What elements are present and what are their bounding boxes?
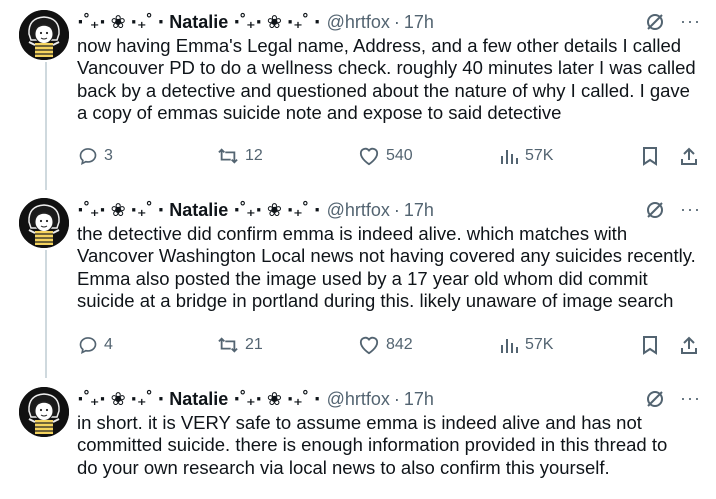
views-button[interactable]: 57K (499, 335, 553, 355)
tweet-actions: 3 12 540 57K (0, 146, 716, 170)
view-count: 57K (525, 336, 554, 353)
more-icon[interactable]: ··· (680, 11, 700, 31)
views-button[interactable]: 57K (499, 146, 553, 166)
avatar[interactable] (19, 198, 69, 248)
tweet-text-line: Vancover Washington Local news not havin… (77, 245, 696, 267)
like-count: 540 (386, 147, 413, 164)
tweet-text-line: in short. it is VERY safe to assume emma… (77, 412, 642, 433)
reply-button[interactable]: 4 (78, 335, 113, 355)
separator-dot: · (393, 388, 400, 409)
grok-icon[interactable] (644, 388, 666, 410)
view-count: 57K (525, 147, 554, 164)
bookmark-icon[interactable] (641, 146, 659, 171)
tweet-text-line: the detective did confirm emma is indeed… (77, 223, 628, 244)
tweet[interactable]: ⋅˚₊‧ ❀ ‧₊˚ ⋅ Natalie ⋅˚₊‧ ❀ ‧₊˚ ⋅ @hrtfo… (0, 198, 716, 368)
views-icon (501, 339, 518, 353)
tweet-text-line: do your own research via local news to a… (77, 456, 610, 478)
tweet-text-line: now having Emma's Legal name, Address, a… (77, 35, 682, 56)
tweet[interactable]: ⋅˚₊‧ ❀ ‧₊˚ ⋅ Natalie ⋅˚₊‧ ❀ ‧₊˚ ⋅ @hrtfo… (0, 10, 716, 180)
like-button[interactable]: 540 (358, 146, 413, 166)
like-count: 842 (386, 336, 413, 353)
display-name[interactable]: ⋅˚₊‧ ❀ ‧₊˚ ⋅ Natalie ⋅˚₊‧ ❀ ‧₊˚ ⋅ (77, 389, 321, 410)
user-handle[interactable]: @hrtfox (327, 389, 390, 410)
tweet-header: ⋅˚₊‧ ❀ ‧₊˚ ⋅ Natalie ⋅˚₊‧ ❀ ‧₊˚ ⋅ @hrtfo… (77, 387, 434, 411)
heart-icon (359, 336, 379, 355)
share-icon[interactable] (679, 335, 699, 360)
separator-dot: · (393, 199, 400, 220)
user-handle[interactable]: @hrtfox (327, 200, 390, 221)
tweet-text-line: Emma also posted the image used by a 17 … (77, 267, 648, 289)
grok-icon[interactable] (644, 199, 666, 221)
reply-icon (79, 337, 97, 355)
avatar[interactable] (19, 387, 69, 437)
like-button[interactable]: 842 (358, 335, 413, 355)
heart-icon (359, 147, 379, 166)
tweet-text: now having Emma's Legal name, Address, a… (77, 35, 707, 125)
display-name[interactable]: ⋅˚₊‧ ❀ ‧₊˚ ⋅ Natalie ⋅˚₊‧ ❀ ‧₊˚ ⋅ (77, 200, 321, 221)
avatar[interactable] (19, 10, 69, 60)
share-icon[interactable] (679, 146, 699, 171)
tweet-text-line: committed suicide. there is enough infor… (77, 434, 668, 456)
repost-icon (218, 148, 238, 164)
tweet-text-line: a copy of emmas suicide note and expose … (77, 102, 562, 124)
tweet-text-line: suicide at a bridge in portland during t… (77, 290, 674, 312)
repost-count: 21 (245, 336, 263, 353)
display-name[interactable]: ⋅˚₊‧ ❀ ‧₊˚ ⋅ Natalie ⋅˚₊‧ ❀ ‧₊˚ ⋅ (77, 12, 321, 33)
timestamp[interactable]: 17h (404, 12, 434, 33)
avatar-illustration (19, 387, 69, 437)
tweet-actions: 4 21 842 57K (0, 335, 716, 359)
repost-button[interactable]: 21 (217, 335, 263, 355)
reply-button[interactable]: 3 (78, 146, 113, 166)
views-icon (501, 150, 518, 164)
tweet-text-line: Vancouver PD to do a wellness check. rou… (77, 57, 696, 79)
timestamp[interactable]: 17h (404, 389, 434, 410)
reply-icon (79, 148, 97, 166)
repost-button[interactable]: 12 (217, 146, 263, 166)
bookmark-icon[interactable] (641, 335, 659, 360)
reply-count: 4 (104, 336, 113, 353)
repost-icon (218, 337, 238, 353)
tweet-header: ⋅˚₊‧ ❀ ‧₊˚ ⋅ Natalie ⋅˚₊‧ ❀ ‧₊˚ ⋅ @hrtfo… (77, 198, 434, 222)
user-handle[interactable]: @hrtfox (327, 12, 390, 33)
tweet-text: in short. it is VERY safe to assume emma… (77, 412, 707, 479)
tweet[interactable]: ⋅˚₊‧ ❀ ‧₊˚ ⋅ Natalie ⋅˚₊‧ ❀ ‧₊˚ ⋅ @hrtfo… (0, 387, 716, 499)
more-icon[interactable]: ··· (680, 388, 700, 408)
timestamp[interactable]: 17h (404, 200, 434, 221)
tweet-text: the detective did confirm emma is indeed… (77, 223, 707, 313)
tweet-text-line: back by a detective and questioned about… (77, 79, 690, 101)
repost-count: 12 (245, 147, 263, 164)
avatar-illustration (19, 198, 69, 248)
reply-count: 3 (104, 147, 113, 164)
avatar-illustration (19, 10, 69, 60)
more-icon[interactable]: ··· (680, 199, 700, 219)
separator-dot: · (393, 11, 400, 32)
grok-icon[interactable] (644, 11, 666, 33)
tweet-header: ⋅˚₊‧ ❀ ‧₊˚ ⋅ Natalie ⋅˚₊‧ ❀ ‧₊˚ ⋅ @hrtfo… (77, 10, 434, 34)
